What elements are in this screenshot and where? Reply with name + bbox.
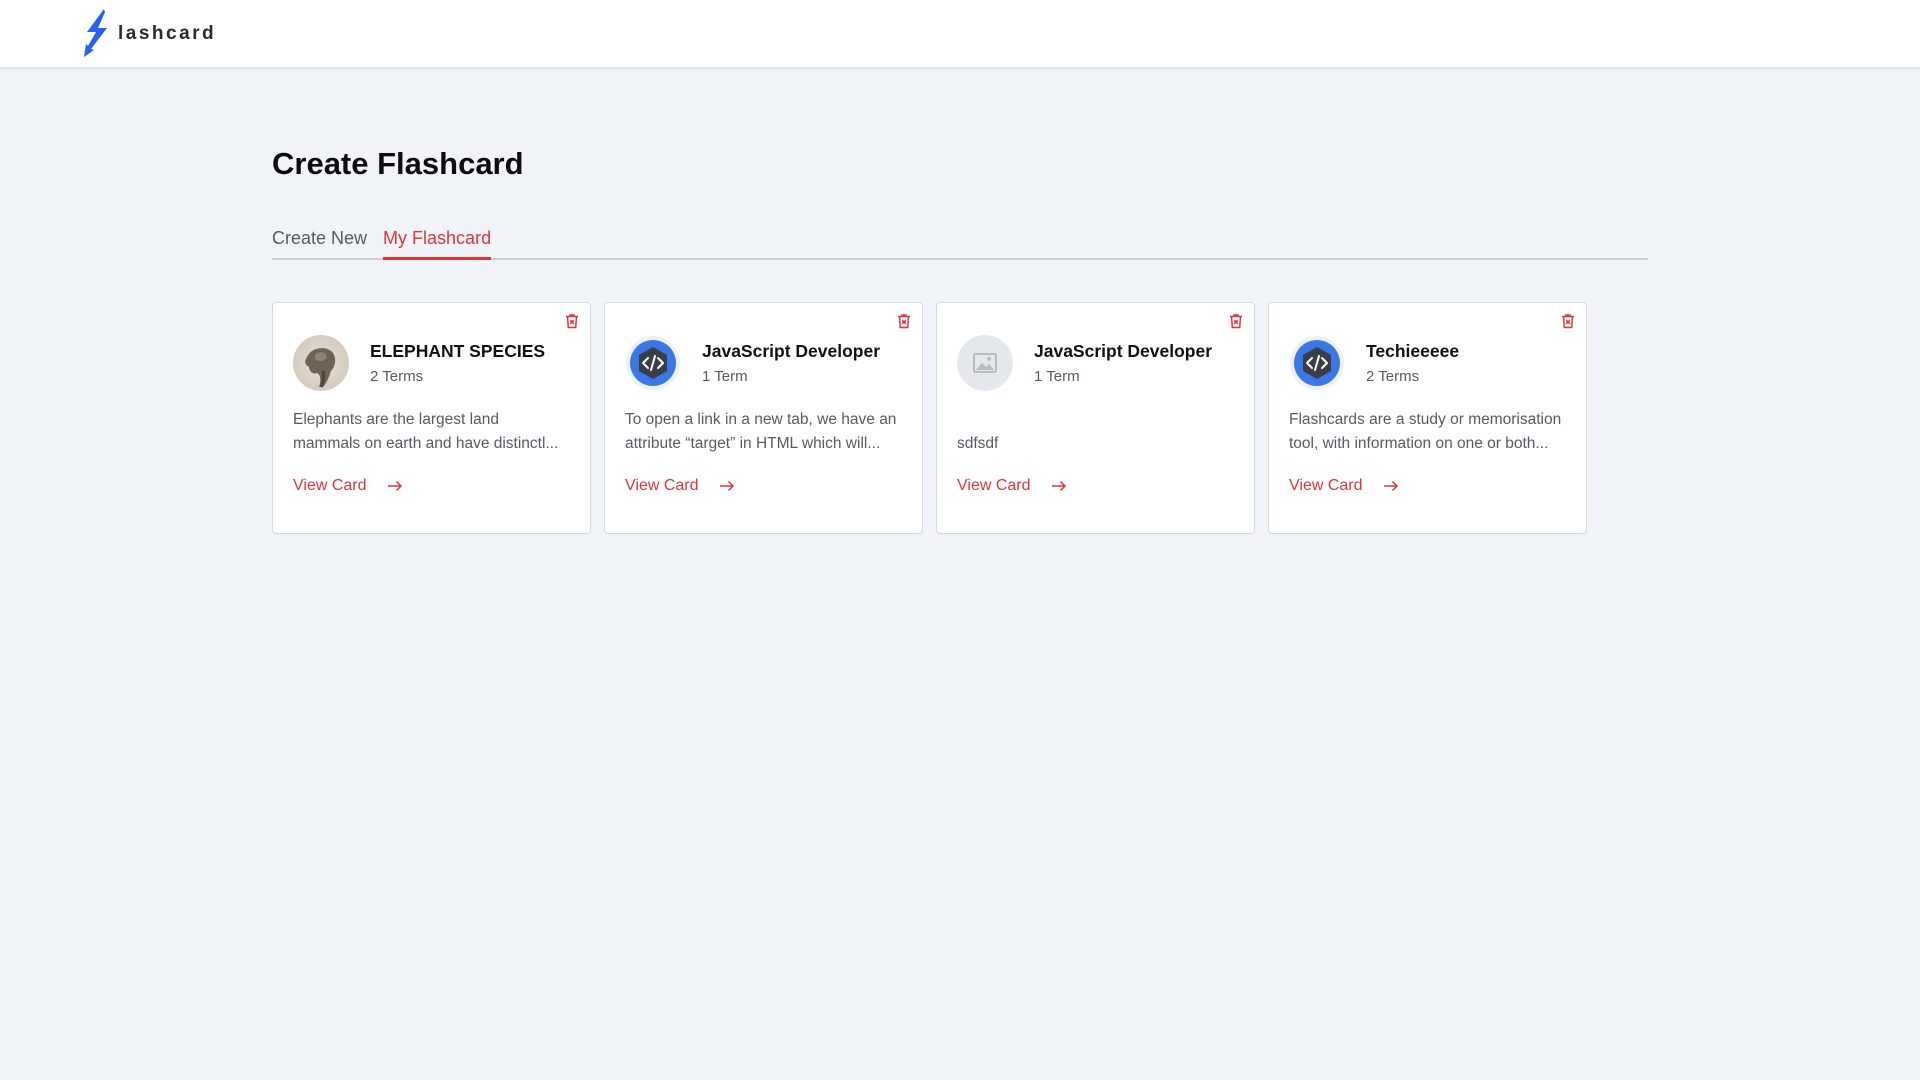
- description-line: To open a link in a new tab, we have an: [625, 411, 897, 428]
- description-line: [957, 408, 1242, 432]
- lightning-bolt-icon: [84, 9, 107, 57]
- view-card-label: View Card: [1289, 477, 1363, 494]
- description-line: attribute “target” in HTML which will...: [625, 435, 881, 452]
- flashcard-image: [957, 335, 1013, 391]
- code-icon: [626, 336, 680, 390]
- flashcard-image: [1289, 335, 1345, 391]
- arrow-right-icon: [1383, 480, 1399, 492]
- trash-icon: [566, 314, 578, 329]
- elephant-photo: [293, 335, 349, 391]
- view-card-label: View Card: [625, 477, 699, 494]
- delete-button[interactable]: [563, 312, 581, 330]
- flashcard-list: ELEPHANT SPECIES 2 Terms Elephants are t…: [272, 302, 1587, 534]
- tab-bar: Create New My Flashcard: [272, 224, 1648, 260]
- top-navbar: lashcard: [0, 0, 1920, 67]
- flashcard-image: [625, 335, 681, 391]
- flashcard-title: JavaScript Developer: [702, 341, 881, 361]
- description-line: sdfsdf: [957, 435, 999, 452]
- delete-button[interactable]: [1559, 312, 1577, 330]
- trash-icon: [898, 314, 910, 329]
- arrow-right-icon: [1051, 480, 1067, 492]
- flashcard-term-count: 1 Term: [1034, 368, 1080, 385]
- arrow-right-icon: [719, 480, 735, 492]
- flashcard-term-count: 2 Terms: [370, 368, 424, 385]
- flashcard-image: [293, 335, 349, 391]
- flashcard-term-count: 1 Term: [702, 368, 748, 385]
- flashcard-title: Techieeeee: [1366, 341, 1460, 361]
- view-card-link[interactable]: View Card: [625, 477, 735, 495]
- flashcard-card: JavaScript Developer 1 Term sdfsdf View …: [936, 302, 1255, 534]
- description-line: Elephants are the largest land: [293, 411, 499, 428]
- flashcard-title: JavaScript Developer: [1034, 341, 1213, 361]
- flashcard-description: To open a link in a new tab, we have an …: [625, 408, 910, 456]
- flashcard-title: ELEPHANT SPECIES: [370, 341, 546, 361]
- flashcard-term-count: 2 Terms: [1366, 368, 1420, 385]
- view-card-label: View Card: [293, 477, 367, 494]
- image-placeholder-icon: [957, 335, 1013, 391]
- view-card-label: View Card: [957, 477, 1031, 494]
- view-card-link[interactable]: View Card: [293, 477, 403, 495]
- flashcard-card: Techieeeee 2 Terms Flashcards are a stud…: [1268, 302, 1587, 534]
- description-line: mammals on earth and have distinctl...: [293, 435, 559, 452]
- delete-button[interactable]: [895, 312, 913, 330]
- view-card-link[interactable]: View Card: [957, 477, 1067, 495]
- flashcard-card: ELEPHANT SPECIES 2 Terms Elephants are t…: [272, 302, 591, 534]
- code-icon: [1290, 336, 1344, 390]
- brand-name: lashcard: [118, 23, 217, 44]
- trash-icon: [1562, 314, 1574, 329]
- description-line: tool, with information on one or both...: [1289, 435, 1549, 452]
- delete-button[interactable]: [1227, 312, 1245, 330]
- tab-create-new[interactable]: Create New: [272, 224, 367, 260]
- flashcard-description: sdfsdf: [957, 408, 1242, 456]
- description-line: Flashcards are a study or memorisation: [1289, 411, 1562, 428]
- flashcard-description: Elephants are the largest land mammals o…: [293, 408, 578, 456]
- flashcard-description: Flashcards are a study or memorisation t…: [1289, 408, 1574, 456]
- flashcard-card: JavaScript Developer 1 Term To open a li…: [604, 302, 923, 534]
- view-card-link[interactable]: View Card: [1289, 477, 1399, 495]
- tab-my-flashcard[interactable]: My Flashcard: [383, 224, 492, 260]
- brand-logo[interactable]: lashcard: [80, 8, 216, 58]
- trash-icon: [1230, 314, 1242, 329]
- arrow-right-icon: [387, 480, 403, 492]
- page-title: Create Flashcard: [272, 146, 524, 181]
